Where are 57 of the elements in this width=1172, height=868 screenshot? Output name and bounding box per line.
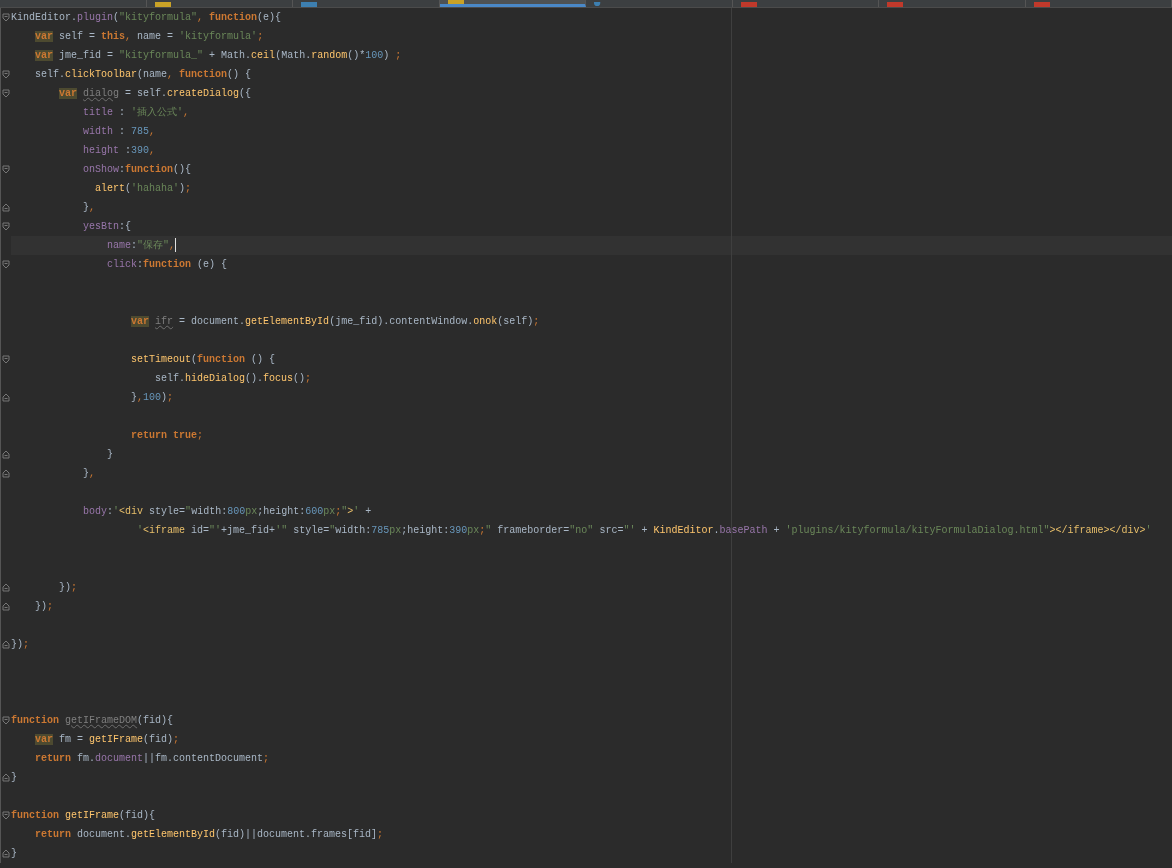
- file-icon: [1033, 2, 1050, 7]
- code-line: }: [11, 771, 18, 785]
- file-icon: [740, 2, 757, 7]
- code-line: var self = this, name = 'kityformula';: [34, 30, 265, 44]
- fold-icon[interactable]: [2, 222, 10, 231]
- fold-icon[interactable]: [2, 165, 10, 174]
- code-line: alert('hahaha');: [94, 182, 193, 196]
- code-line: self.hideDialog().focus();: [154, 372, 313, 386]
- code-line: }: [106, 448, 115, 462]
- fold-icon[interactable]: [2, 849, 10, 858]
- fold-icon[interactable]: [2, 13, 10, 22]
- code-line: },100);: [130, 391, 175, 405]
- fold-icon[interactable]: [2, 640, 10, 649]
- fold-icon[interactable]: [2, 393, 10, 402]
- code-line: });: [34, 600, 55, 614]
- code-line: self.clickToolbar(name, function() {: [34, 68, 253, 82]
- editor-tab[interactable]: [439, 0, 586, 7]
- code-line: function getIFrame(fid){: [11, 809, 157, 823]
- code-line: click:function (e) {: [106, 258, 229, 272]
- fold-icon[interactable]: [2, 203, 10, 212]
- code-line: setTimeout(function () {: [130, 353, 277, 367]
- code-line: '<iframe id="'+jme_fid+'" style="width:785px;height:390px;" frameborder="no" src="' + KindEditor.basePath + 'plugins/kityformula/kityFormulaDialog.html"></iframe></div>': [136, 524, 1153, 538]
- code-line: return document.getElementById(fid)||document.frames[fid];: [34, 828, 385, 842]
- code-line: var fm = getIFrame(fid);: [34, 733, 181, 747]
- fold-icon[interactable]: [2, 773, 10, 782]
- code-line: var dialog = self.createDialog({: [58, 87, 253, 101]
- fold-icon[interactable]: [2, 469, 10, 478]
- code-line: }: [11, 847, 18, 861]
- code-line: yesBtn:{: [82, 220, 133, 234]
- code-line: },: [82, 467, 97, 481]
- code-line: body:'<div style="width:800px;height:600px;">' +: [82, 505, 373, 519]
- fold-icon[interactable]: [2, 260, 10, 269]
- code-line: return true;: [130, 429, 205, 443]
- file-icon: [301, 2, 317, 7]
- code-line: width : 785,: [82, 125, 157, 139]
- code-line: height :390,: [82, 144, 157, 158]
- code-line: KindEditor.plugin("kityformula", function(e){: [11, 11, 283, 25]
- fold-icon[interactable]: [2, 450, 10, 459]
- code-line: var ifr = document.getElementById(jme_fid).contentWindow.onok(self);: [130, 315, 541, 329]
- fold-icon[interactable]: [2, 89, 10, 98]
- code-line: return fm.document||fm.contentDocument;: [34, 752, 271, 766]
- fold-icon[interactable]: [2, 583, 10, 592]
- fold-icon[interactable]: [2, 355, 10, 364]
- code-line: function getIFrameDOM(fid){: [11, 714, 175, 728]
- code-line: onShow:function(){: [82, 163, 193, 177]
- file-icon: [887, 2, 903, 7]
- fold-icon[interactable]: [2, 716, 10, 725]
- fold-icon[interactable]: [2, 70, 10, 79]
- file-icon: [154, 2, 171, 7]
- fold-icon[interactable]: [2, 602, 10, 611]
- code-line: });: [11, 638, 31, 652]
- code-line: },: [82, 201, 97, 215]
- code-line: });: [58, 581, 79, 595]
- fold-icon[interactable]: [2, 811, 10, 820]
- code-line: title : '插入公式',: [82, 106, 191, 120]
- file-icon: [447, 0, 464, 4]
- code-line: var jme_fid = "kityformula_" + Math.ceil(Math.random()*100) ;: [34, 49, 403, 63]
